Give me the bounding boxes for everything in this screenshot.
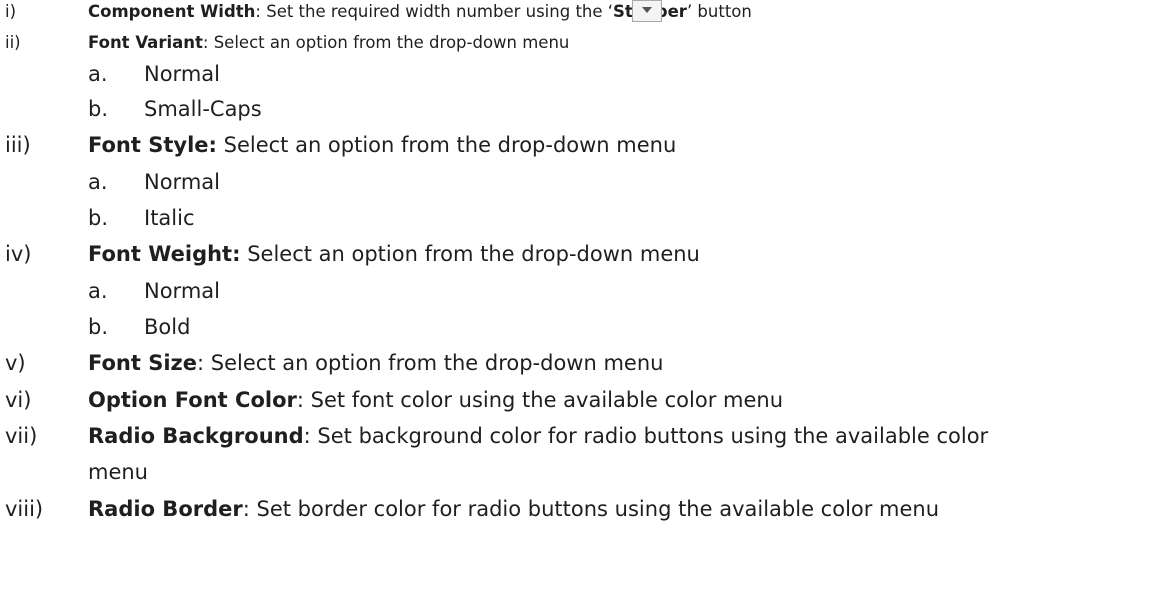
sub-text: Italic [144,206,195,230]
list-text: Font Size: Select an option from the dro… [88,351,664,375]
list-number: viii) [5,497,44,521]
item-label: Option Font Color [88,388,297,412]
list-number: v) [5,351,26,375]
sub-text: Normal [144,279,220,303]
sub-letter: b. [88,315,109,339]
item-label: Font Style: [88,133,217,157]
list-text: Option Font Color: Set font color using … [88,388,784,412]
chevron-down-icon [642,7,652,13]
list-number: i) [5,2,17,21]
item-label: Component Width [88,2,256,21]
sub-text: Normal [144,170,220,194]
item-label: Font Weight: [88,242,241,266]
item-label: Font Variant [88,33,203,52]
list-text: Font Style: Select an option from the dr… [88,133,677,157]
list-number: iv) [5,242,32,266]
sub-letter: b. [88,97,109,121]
sub-letter: b. [88,206,109,230]
item-label: Font Size [88,351,198,375]
list-number: iii) [5,133,31,157]
sub-text: Bold [144,315,191,339]
sub-letter: a. [88,170,108,194]
list-number: vii) [5,424,38,448]
list-text: Font Variant: Select an option from the … [88,33,570,52]
list-text: Radio Background: Set background color f… [88,424,989,448]
item-label: Radio Border [88,497,243,521]
sub-letter: a. [88,279,108,303]
sub-text: Small-Caps [144,97,262,121]
stepper-spin-icon [632,0,662,22]
list-text: menu [88,460,148,484]
list-number: vi) [5,388,32,412]
sub-letter: a. [88,62,108,86]
item-label: Radio Background [88,424,304,448]
list-text: Font Weight: Select an option from the d… [88,242,700,266]
sub-text: Normal [144,62,220,86]
list-number: ii) [5,33,21,52]
list-text: Radio Border: Set border color for radio… [88,497,940,521]
document-page: i) Component Width: Set the required wid… [0,0,1171,608]
